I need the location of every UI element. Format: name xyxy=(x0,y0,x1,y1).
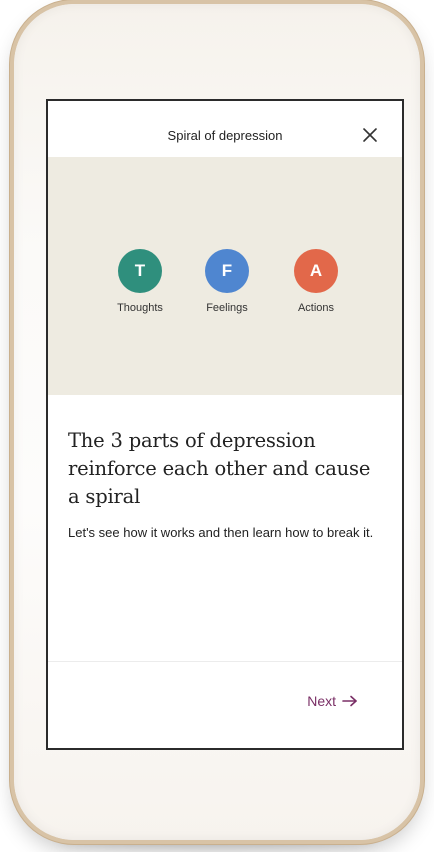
close-icon xyxy=(363,128,377,142)
actions-circle: A xyxy=(294,249,338,293)
device-stage: Spiral of depression T Thoughts F Feelin… xyxy=(0,0,434,852)
footer-divider xyxy=(48,661,402,662)
top-bar: Spiral of depression xyxy=(48,101,402,157)
app-screen: Spiral of depression T Thoughts F Feelin… xyxy=(46,99,404,750)
lesson-content: The 3 parts of depression reinforce each… xyxy=(68,427,386,543)
feelings-label: Feelings xyxy=(206,302,248,314)
thoughts-circle: T xyxy=(118,249,162,293)
next-label: Next xyxy=(307,693,336,709)
thoughts-label: Thoughts xyxy=(117,302,163,314)
node-actions: A Actions xyxy=(276,249,356,314)
close-button[interactable] xyxy=(360,125,380,145)
illustration-panel: T Thoughts F Feelings A Actions xyxy=(48,157,402,395)
arrow-right-icon xyxy=(342,695,357,707)
lesson-headline: The 3 parts of depression reinforce each… xyxy=(68,429,371,508)
node-feelings: F Feelings xyxy=(187,249,267,314)
page-title: Spiral of depression xyxy=(167,128,283,143)
actions-label: Actions xyxy=(297,302,335,314)
feelings-circle: F xyxy=(205,249,249,293)
node-thoughts: T Thoughts xyxy=(100,249,180,314)
lesson-subtext: Let's see how it works and then learn ho… xyxy=(68,525,374,540)
next-button[interactable]: Next xyxy=(307,693,358,709)
